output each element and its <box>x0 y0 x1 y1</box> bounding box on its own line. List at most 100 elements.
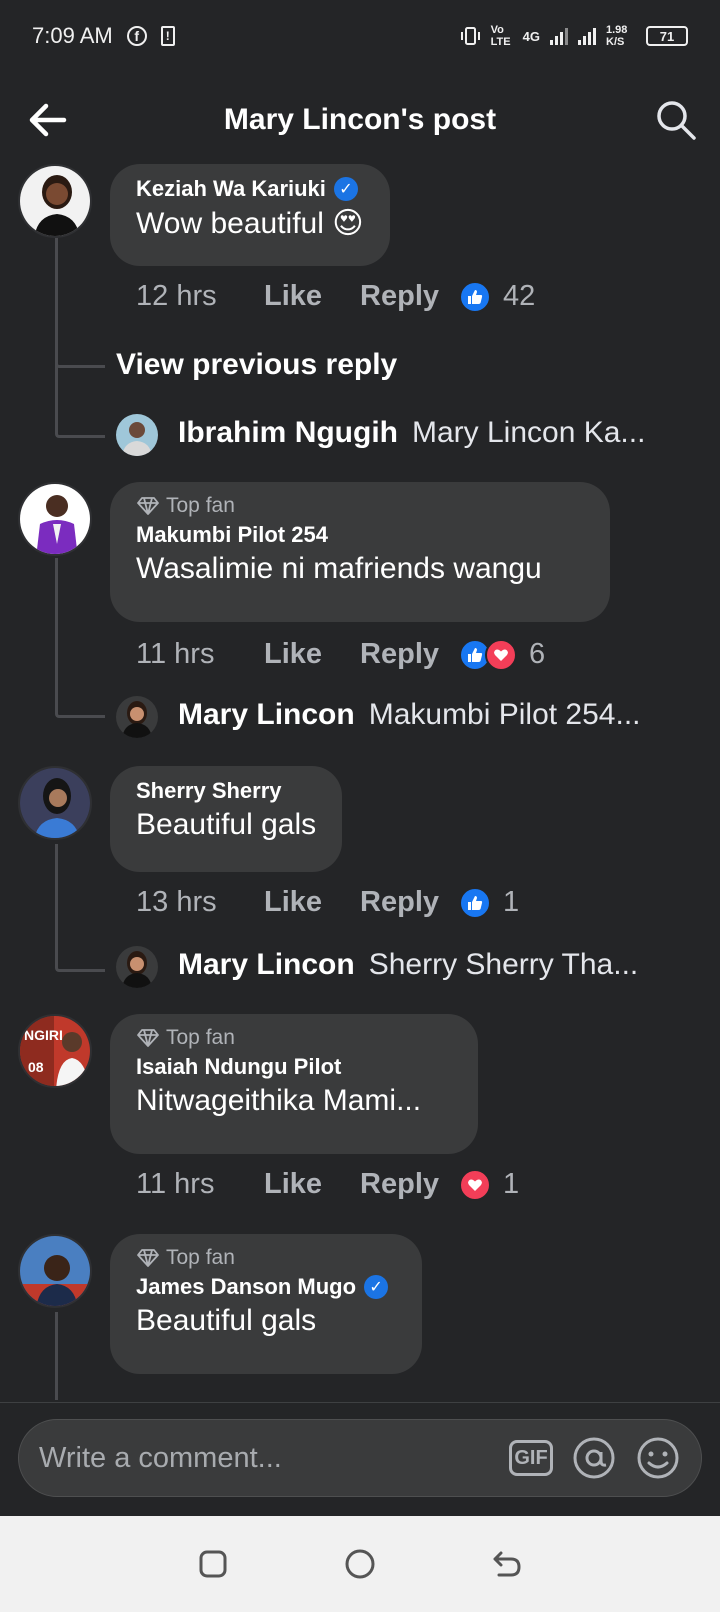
status-time: 7:09 AM <box>32 23 113 48</box>
speed-label: 1.98 K/S <box>606 24 628 48</box>
reactions[interactable] <box>459 638 518 671</box>
avatar[interactable] <box>116 414 158 456</box>
reactions[interactable] <box>459 1168 492 1201</box>
verified-badge-icon: ✓ <box>333 177 358 201</box>
comment-author[interactable]: Makumbi Pilot 254 <box>136 522 328 548</box>
diamond-icon <box>137 1249 159 1267</box>
reaction-count: 1 <box>503 886 520 918</box>
like-reaction-icon <box>459 280 492 313</box>
comment-input[interactable] <box>39 1441 509 1475</box>
page-title: Mary Lincon's post <box>223 103 497 136</box>
diamond-icon <box>137 497 159 515</box>
thread-line <box>55 1312 58 1400</box>
reply-author[interactable]: Mary Lincon <box>178 948 355 982</box>
comment-text: Beautiful gals <box>136 808 317 841</box>
comment-text: Wow beautiful 😍 <box>136 207 364 240</box>
reply-preview[interactable]: Mary Lincon Makumbi Pilot 254... <box>178 698 641 732</box>
home-icon[interactable] <box>340 1544 380 1584</box>
comment-box[interactable]: GIF <box>18 1419 702 1497</box>
comment-time: 13 hrs <box>136 886 217 918</box>
avatar[interactable] <box>18 1234 92 1308</box>
reply-author[interactable]: Ibrahim Ngugih <box>178 416 398 450</box>
battery-icon: 71 <box>646 26 688 46</box>
reply-text: Makumbi Pilot 254... <box>368 698 641 731</box>
love-reaction-icon <box>459 1168 492 1201</box>
at-sign-icon[interactable] <box>571 1435 617 1481</box>
reaction-count: 42 <box>503 280 536 312</box>
avatar[interactable] <box>18 164 92 238</box>
gif-button[interactable]: GIF <box>509 1440 553 1476</box>
battery-level: 71 <box>659 28 675 44</box>
comment-text: Nitwageithika Mami... <box>136 1084 422 1117</box>
like-button[interactable]: Like <box>264 280 322 313</box>
thread-elbow <box>55 660 105 718</box>
signal-strength-icon <box>550 27 568 45</box>
diamond-icon <box>137 1029 159 1047</box>
comment-bubble[interactable]: Sherry Sherry Beautiful gals <box>110 766 343 872</box>
reply-preview[interactable]: Mary Lincon Sherry Sherry Tha... <box>178 948 638 982</box>
recents-icon[interactable] <box>193 1544 233 1584</box>
svg-text:08: 08 <box>28 1059 44 1075</box>
avatar[interactable] <box>116 696 158 738</box>
comment-composer: GIF <box>0 1402 720 1516</box>
top-fan-badge: Top fan <box>166 494 235 517</box>
comment-text: Beautiful gals <box>136 1304 317 1337</box>
like-reaction-icon <box>459 886 492 919</box>
reactions[interactable] <box>459 886 492 919</box>
status-bar: 7:09 AM f ! Vo LTE 4G 1.98 K/S 71 <box>0 0 720 72</box>
vibrate-icon <box>459 25 481 47</box>
comment-bubble[interactable]: Keziah Wa Kariuki ✓ Wow beautiful 😍 <box>110 164 390 266</box>
comments-feed[interactable]: Keziah Wa Kariuki ✓ Wow beautiful 😍 12 hr… <box>0 160 720 1400</box>
alert-icon: ! <box>160 26 175 46</box>
comment-bubble[interactable]: Top fan James Danson Mugo ✓ Beautiful gal… <box>110 1234 422 1374</box>
emoji-icon[interactable] <box>635 1435 681 1481</box>
comment-text: Wasalimie ni mafriends wangu <box>136 552 542 585</box>
reply-button[interactable]: Reply <box>360 1168 439 1201</box>
comment-meta: 13 hrs Like Reply 1 <box>136 886 519 919</box>
avatar[interactable] <box>18 766 92 840</box>
comment-time: 11 hrs <box>136 1168 215 1200</box>
reaction-count: 1 <box>503 1168 520 1200</box>
comment-meta: 11 hrs Like Reply 1 <box>136 1168 519 1201</box>
reply-button[interactable]: Reply <box>360 638 439 671</box>
top-fan-badge: Top fan <box>166 1026 235 1049</box>
facebook-icon: f <box>126 26 147 46</box>
search-icon[interactable] <box>654 98 698 142</box>
reply-preview[interactable]: Ibrahim Ngugih Mary Lincon Ka... <box>178 416 645 450</box>
thread-elbow <box>55 916 105 972</box>
like-button[interactable]: Like <box>264 638 322 671</box>
comment-time: 12 hrs <box>136 280 217 312</box>
comment-meta: 12 hrs Like Reply 42 <box>136 280 535 313</box>
love-reaction-icon <box>485 638 518 671</box>
network-label: 4G <box>522 28 540 44</box>
reply-button[interactable]: Reply <box>360 280 439 313</box>
reply-author[interactable]: Mary Lincon <box>178 698 355 732</box>
comment-author[interactable]: Keziah Wa Kariuki <box>136 176 326 202</box>
post-header: Mary Lincon's post <box>0 84 720 156</box>
volte-label: Vo LTE <box>490 24 511 48</box>
thread-elbow <box>55 358 105 438</box>
like-button[interactable]: Like <box>264 886 322 919</box>
back-arrow-icon[interactable] <box>28 102 68 138</box>
avatar[interactable]: NGIRI 08 <box>18 1014 92 1088</box>
signal-strength-icon-2 <box>578 27 596 45</box>
reactions[interactable] <box>459 280 492 313</box>
comment-bubble[interactable]: Top fan Isaiah Ndungu Pilot Nitwageithik… <box>110 1014 478 1154</box>
top-fan-badge: Top fan <box>166 1246 235 1269</box>
verified-badge-icon: ✓ <box>364 1275 389 1299</box>
avatar[interactable] <box>116 946 158 988</box>
comment-author[interactable]: Isaiah Ndungu Pilot <box>136 1054 341 1080</box>
view-previous-reply[interactable]: View previous reply <box>116 348 397 382</box>
reaction-count: 6 <box>529 638 546 670</box>
system-navigation-bar <box>0 1516 720 1612</box>
nav-back-icon[interactable] <box>487 1544 527 1584</box>
reply-text: Mary Lincon Ka... <box>412 416 646 449</box>
reply-text: Sherry Sherry Tha... <box>368 948 639 981</box>
comment-time: 11 hrs <box>136 638 215 670</box>
reply-button[interactable]: Reply <box>360 886 439 919</box>
like-button[interactable]: Like <box>264 1168 322 1201</box>
comment-bubble[interactable]: Top fan Makumbi Pilot 254 Wasalimie ni m… <box>110 482 610 622</box>
comment-author[interactable]: James Danson Mugo <box>136 1274 356 1300</box>
comment-author[interactable]: Sherry Sherry <box>136 778 282 804</box>
avatar[interactable] <box>18 482 92 556</box>
